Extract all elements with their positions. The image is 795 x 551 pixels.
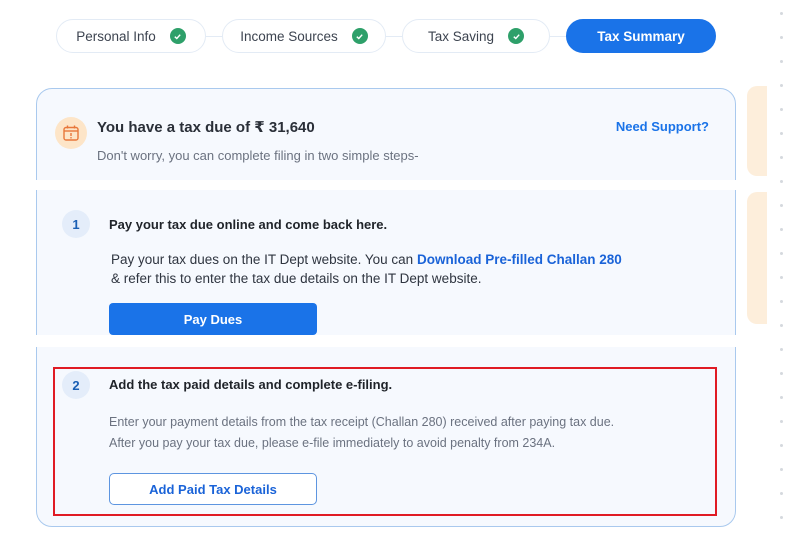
- step-label: Income Sources: [240, 28, 338, 44]
- check-icon: [169, 28, 186, 44]
- step-connector: [206, 35, 222, 37]
- divider: [30, 335, 740, 347]
- pay-dues-button[interactable]: Pay Dues: [109, 303, 317, 335]
- progress-stepper: Personal Info Income Sources Tax Saving …: [56, 19, 716, 53]
- divider: [30, 180, 740, 190]
- step-label: Tax Saving: [427, 28, 495, 44]
- highlight-box: [53, 367, 717, 516]
- side-panel-edge: [747, 192, 767, 324]
- download-challan-link[interactable]: Download Pre-filled Challan 280: [417, 252, 622, 267]
- step-1-title: Pay your tax due online and come back he…: [109, 217, 388, 232]
- check-icon: [351, 28, 368, 44]
- step-label: Personal Info: [76, 28, 156, 44]
- step-label: Tax Summary: [597, 28, 685, 44]
- step-connector: [386, 35, 402, 37]
- step-connector: [550, 35, 566, 37]
- step-1-description: Pay your tax dues on the IT Dept website…: [111, 250, 691, 288]
- step-1-text: Pay your tax dues on the IT Dept website…: [111, 252, 417, 267]
- side-panel-edge: [747, 86, 767, 176]
- calendar-alert-icon: [55, 117, 87, 149]
- tax-due-subtitle: Don't worry, you can complete filing in …: [97, 148, 419, 163]
- check-icon: [508, 28, 525, 44]
- step-income-sources[interactable]: Income Sources: [222, 19, 386, 53]
- step-number-1: 1: [62, 210, 90, 238]
- step-tax-saving[interactable]: Tax Saving: [402, 19, 550, 53]
- tax-due-title: You have a tax due of ₹ 31,640: [97, 119, 315, 136]
- decorative-dots: [780, 12, 783, 540]
- step-tax-summary[interactable]: Tax Summary: [566, 19, 716, 53]
- step-personal-info[interactable]: Personal Info: [56, 19, 206, 53]
- step-1-text-cont: & refer this to enter the tax due detail…: [111, 271, 482, 286]
- need-support-link[interactable]: Need Support?: [616, 119, 709, 134]
